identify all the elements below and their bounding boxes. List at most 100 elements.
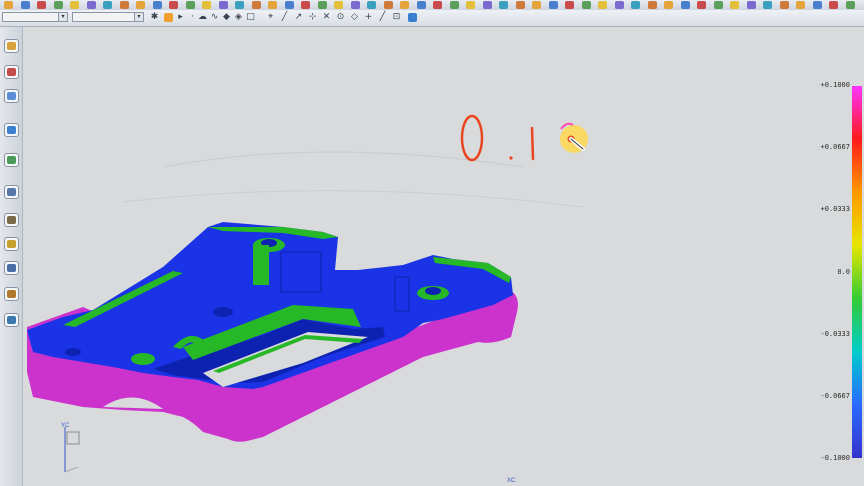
system-materials-icon[interactable]: [4, 313, 19, 327]
toolbar-button-icon[interactable]: [433, 1, 442, 9]
snap-line-icon[interactable]: ╱: [280, 13, 289, 22]
snap-quadrant-icon[interactable]: ◇: [350, 13, 359, 22]
legend-tick-label: -0.0333: [820, 329, 850, 338]
toolbar-button-icon[interactable]: [845, 1, 855, 9]
snap-intersection-icon[interactable]: ✕: [322, 13, 331, 22]
snap-midpoint-icon[interactable]: ↗: [294, 13, 303, 22]
toolbar-button-icon[interactable]: [416, 1, 426, 9]
toolbar-button-icon[interactable]: [136, 1, 145, 9]
toolbar-button-icon[interactable]: [284, 1, 294, 9]
body-icon[interactable]: ◈: [234, 13, 243, 22]
toolbar-button-icon[interactable]: [400, 1, 409, 9]
toolbar-button-icon[interactable]: [119, 1, 129, 9]
toolbar-button-icon[interactable]: [202, 1, 211, 9]
snap-bounded-icon[interactable]: [408, 13, 417, 22]
clock-icon[interactable]: [4, 185, 19, 199]
toolbar-button-icon[interactable]: [581, 1, 591, 9]
background-curve: [122, 190, 584, 208]
cloud-icon[interactable]: ☁: [198, 13, 207, 22]
toolbar-button-icon[interactable]: [334, 1, 343, 9]
toolbar-button-icon[interactable]: [383, 1, 393, 9]
toolbar-button-icon[interactable]: [730, 1, 739, 9]
resource-bar: [0, 27, 23, 486]
curve-icon[interactable]: ∿: [210, 13, 219, 22]
snap-control-icon[interactable]: ⊹: [308, 13, 317, 22]
toolbar-button-icon[interactable]: [829, 1, 838, 9]
web-browser-icon[interactable]: [4, 123, 19, 137]
toolbar-button-icon[interactable]: [268, 1, 277, 9]
toolbar-button-icon[interactable]: [713, 1, 723, 9]
chevron-down-icon[interactable]: ▾: [58, 13, 67, 21]
part-navigator-icon[interactable]: [4, 39, 19, 53]
toolbar-button-icon[interactable]: [169, 1, 178, 9]
snap-existing-icon[interactable]: +: [364, 13, 373, 22]
toolbar-button-icon[interactable]: [86, 1, 96, 9]
toolbar-button-icon[interactable]: [4, 1, 13, 9]
roles-icon[interactable]: [4, 89, 19, 103]
toolbar-button-icon[interactable]: [317, 1, 327, 9]
snap-point-icon[interactable]: [164, 13, 173, 22]
toolbar-button-icon[interactable]: [70, 1, 79, 9]
assembly-navigator-icon[interactable]: [4, 65, 19, 79]
toolbar-button-icon[interactable]: [218, 1, 228, 9]
deviation-model[interactable]: [27, 222, 518, 442]
toolbar-button-icon[interactable]: [152, 1, 162, 9]
toolbar-button-icon[interactable]: [20, 1, 30, 9]
toolbar-button-icon[interactable]: [746, 1, 756, 9]
rectangle-select-icon[interactable]: □: [246, 13, 255, 22]
snap-on-curve-icon[interactable]: ╱: [378, 13, 387, 22]
toolbar-button-icon[interactable]: [301, 1, 310, 9]
reuse-library-icon[interactable]: [4, 213, 19, 227]
toolbar-button-icon[interactable]: [235, 1, 244, 9]
toolbar-button-icon[interactable]: [466, 1, 475, 9]
toolbar-button-icon[interactable]: [532, 1, 541, 9]
history-icon[interactable]: [4, 153, 19, 167]
legend-tick-label: +0.1000: [820, 81, 850, 89]
toolbar-button-icon[interactable]: [697, 1, 706, 9]
snap-on-face-icon[interactable]: ⊡: [392, 13, 401, 22]
toolbar-button-icon[interactable]: [482, 1, 492, 9]
rib-block: [394, 276, 410, 312]
toolbar-button-icon[interactable]: [812, 1, 822, 9]
toolbar-button-icon[interactable]: [598, 1, 607, 9]
point-icon[interactable]: ⋅: [188, 13, 197, 22]
toolbar-button-icon[interactable]: [631, 1, 640, 9]
snap-endpoint-icon[interactable]: ⌖: [266, 13, 275, 22]
triad-label-x: XC: [507, 478, 516, 484]
hd3d-tools-icon[interactable]: [4, 237, 19, 251]
filter-selector[interactable]: ▾: [2, 12, 68, 22]
legend-tick-label: +0.0333: [820, 205, 850, 214]
face-icon[interactable]: ◆: [222, 13, 231, 22]
toolbar-button-icon[interactable]: [680, 1, 690, 9]
toolbar-button-icon[interactable]: [350, 1, 360, 9]
toolbar-button-icon[interactable]: [664, 1, 673, 9]
toolbar-button-icon[interactable]: [763, 1, 772, 9]
chevron-down-icon[interactable]: ▾: [134, 13, 143, 21]
toolbar-button-icon[interactable]: [367, 1, 376, 9]
toolbar-button-icon[interactable]: [614, 1, 624, 9]
toolbar-button-icon[interactable]: [53, 1, 63, 9]
select-arrow-icon[interactable]: ▸: [176, 13, 185, 22]
toolbar-button-icon[interactable]: [779, 1, 789, 9]
toolbar-button-icon[interactable]: [103, 1, 112, 9]
coordinate-triad: YC XC: [61, 423, 516, 484]
toolbar-button-icon[interactable]: [515, 1, 525, 9]
toolbar-button-icon[interactable]: [499, 1, 508, 9]
process-studio-icon[interactable]: [4, 261, 19, 275]
manufacturing-wizards-icon[interactable]: [4, 287, 19, 301]
deviation-color-bar: [852, 86, 862, 458]
toolbar-button-icon[interactable]: [796, 1, 805, 9]
toolbar-button-icon[interactable]: [647, 1, 657, 9]
toolbar-button-icon[interactable]: [37, 1, 46, 9]
legend-tick-label: -0.1000: [820, 454, 850, 462]
toolbar-button-icon[interactable]: [185, 1, 195, 9]
toolbar-button-icon[interactable]: [251, 1, 261, 9]
legend-tick-label: -0.0667: [820, 391, 850, 400]
snap-center-icon[interactable]: ⊙: [336, 13, 345, 22]
type-selector[interactable]: ▾: [72, 12, 144, 22]
toolbar-button-icon[interactable]: [548, 1, 558, 9]
toolbar-button-icon[interactable]: [565, 1, 574, 9]
gear-icon[interactable]: ✱: [150, 13, 159, 22]
toolbar-button-icon[interactable]: [449, 1, 459, 9]
graphics-window[interactable]: YC XC +0.1000 +0.0667 +0.0333 0.0 -0.0333 -0.…: [23, 27, 864, 486]
